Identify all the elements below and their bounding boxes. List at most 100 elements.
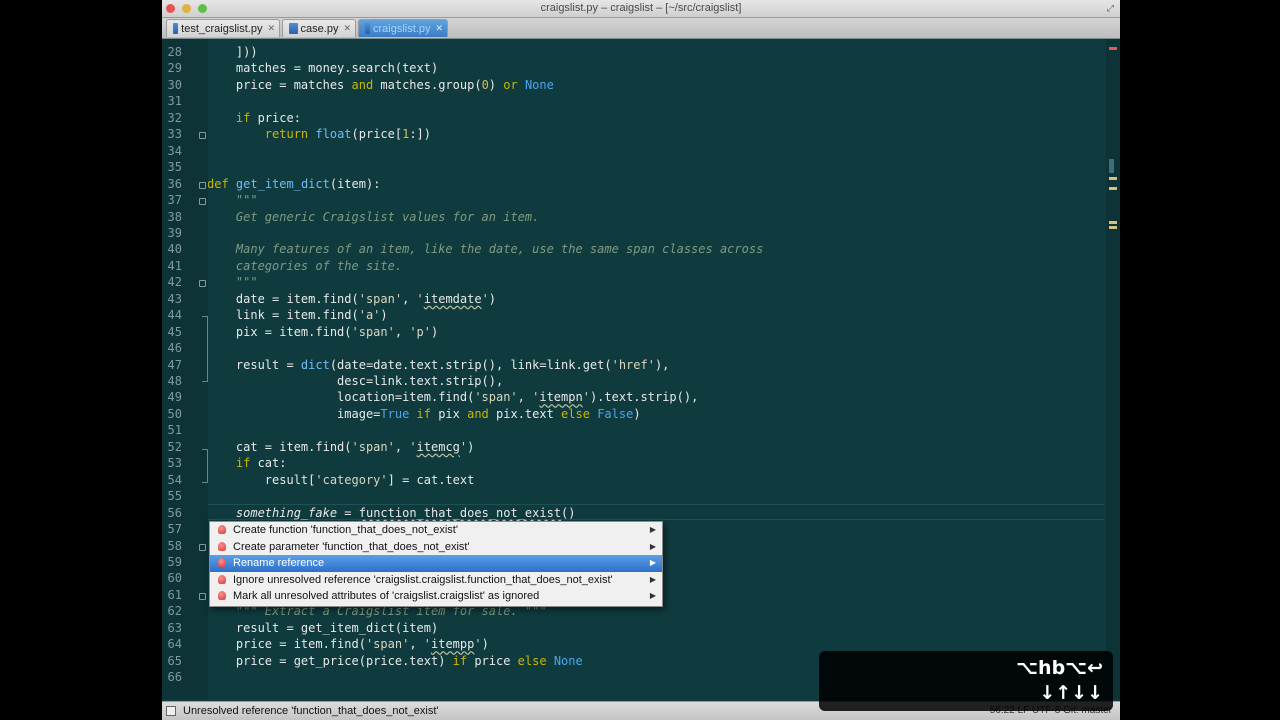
line-number: 48	[167, 374, 182, 388]
fold-toggle-icon[interactable]	[199, 132, 206, 140]
code-token: )	[380, 308, 388, 323]
code-line[interactable]: location=item.find('span', 'itempn').tex…	[208, 389, 698, 405]
code-token: price = matches	[208, 77, 352, 92]
intention-action-item[interactable]: Rename reference ▶	[210, 555, 662, 572]
code-token: 0	[481, 77, 489, 92]
code-line[interactable]: date = item.find('span', 'itemdate')	[208, 291, 496, 307]
code-token: 'span'	[365, 637, 410, 652]
code-line[interactable]: cat = item.find('span', 'itemcg')	[208, 439, 474, 455]
line-number: 30	[167, 77, 182, 92]
tab-craigslist[interactable]: craigslist.py ✕	[358, 19, 448, 37]
fold-toggle-icon[interactable]	[199, 280, 206, 288]
code-token: itemdate	[423, 291, 482, 306]
code-line[interactable]: Many features of an item, like the date,…	[208, 241, 763, 257]
code-line[interactable]: return float(price[1:])	[208, 126, 431, 142]
line-number: 60	[167, 571, 182, 586]
code-line[interactable]: price = matches and matches.group(0) or …	[208, 77, 554, 93]
intention-action-item[interactable]: Create function 'function_that_does_not_…	[210, 522, 662, 539]
fold-toggle-icon[interactable]	[199, 181, 206, 189]
line-number: 49	[167, 390, 182, 405]
line-number: 46	[167, 341, 182, 356]
fold-toggle-icon[interactable]	[199, 198, 206, 206]
vertical-scrollbar[interactable]	[1106, 39, 1120, 699]
code-line[interactable]: image=True if pix and pix.text else Fals…	[208, 406, 641, 422]
line-number: 45	[167, 324, 182, 339]
chevron-right-icon: ▶	[649, 541, 656, 551]
code-line[interactable]: result = get_item_dict(item)	[208, 620, 438, 636]
code-line[interactable]: result = dict(date=date.text.strip(), li…	[208, 357, 670, 373]
code-token: =	[337, 505, 359, 520]
code-line[interactable]: def get_item_dict(item):	[208, 176, 380, 192]
code-token: pix.text	[488, 406, 562, 421]
warning-stripe-marker[interactable]	[1109, 226, 1117, 229]
code-token: None	[553, 653, 583, 668]
code-token: price = get_price(price.text)	[208, 653, 453, 668]
code-token: """	[235, 193, 258, 208]
scroll-thumb[interactable]	[1109, 159, 1114, 173]
code-line[interactable]: if price:	[208, 110, 301, 126]
code-token: cat = item.find(	[208, 439, 352, 454]
code-line[interactable]: desc=link.text.strip(),	[208, 373, 503, 389]
tab-case[interactable]: case.py ✕	[282, 19, 356, 37]
close-icon[interactable]: ✕	[343, 23, 351, 34]
line-number: 58	[167, 538, 182, 553]
code-token: result = get_item_dict(item)	[208, 620, 439, 635]
intention-action-item[interactable]: Ignore unresolved reference 'craigslist.…	[210, 572, 662, 589]
code-line[interactable]: something_fake = function_that_does_not_…	[208, 505, 576, 521]
code-line[interactable]: if cat:	[208, 455, 287, 471]
tab-test-craigslist[interactable]: test_craigslist.py ✕	[166, 19, 280, 37]
fold-toggle-icon[interactable]	[199, 592, 206, 600]
code-line[interactable]: """	[208, 274, 258, 290]
tab-label: case.py	[300, 22, 339, 35]
code-token: None	[524, 77, 554, 92]
code-line[interactable]: ]))	[208, 44, 258, 60]
error-stripe-marker[interactable]	[1109, 47, 1117, 50]
code-token: matches = money.search(text)	[208, 61, 439, 76]
code-token: Many features of an item, like the date,…	[235, 242, 764, 257]
code-line[interactable]: """	[208, 192, 258, 208]
code-token: :])	[409, 127, 432, 142]
close-icon[interactable]: ✕	[435, 23, 443, 34]
code-line[interactable]: result['category'] = cat.text	[208, 472, 475, 488]
line-number: 65	[167, 653, 182, 668]
code-line[interactable]: matches = money.search(text)	[208, 60, 438, 76]
code-line[interactable]: categories of the site.	[208, 258, 402, 274]
code-token: something_fake	[235, 505, 338, 520]
code-token: matches.group(	[373, 77, 482, 92]
line-number: 66	[167, 670, 182, 685]
fold-toggle-icon[interactable]	[199, 543, 206, 551]
intention-action-item[interactable]: Create parameter 'function_that_does_not…	[210, 539, 662, 556]
code-token: 'span'	[358, 291, 403, 306]
line-number: 47	[167, 357, 182, 372]
python-file-icon	[365, 23, 370, 34]
code-line[interactable]: price = item.find('span', 'itempp')	[208, 636, 489, 652]
code-token: ,	[394, 324, 410, 339]
warning-stripe-marker[interactable]	[1109, 187, 1117, 190]
tool-window-toggle-icon[interactable]	[166, 706, 176, 716]
code-line[interactable]: price = get_price(price.text) if price e…	[208, 653, 583, 669]
code-token: itemcg	[416, 439, 460, 454]
intention-action-item[interactable]: Mark all unresolved attributes of 'craig…	[210, 588, 662, 605]
code-token: '	[481, 291, 489, 306]
close-icon[interactable]: ✕	[267, 23, 275, 34]
code-line[interactable]: pix = item.find('span', 'p')	[208, 324, 438, 340]
code-token: price:	[250, 110, 301, 125]
code-token: '	[582, 390, 590, 405]
code-token: ]))	[208, 45, 258, 59]
lightbulb-icon	[218, 574, 226, 584]
intention-action-label: Mark all unresolved attributes of 'craig…	[233, 590, 540, 602]
warning-stripe-marker[interactable]	[1109, 221, 1117, 224]
keystroke-overlay: ⌥hb⌥↩ ↓↑↓↓	[819, 651, 1113, 711]
code-token: dict	[300, 357, 330, 372]
code-line[interactable]: Get generic Craigslist values for an ite…	[208, 209, 539, 225]
window-title: craigslist.py – craigslist – [~/src/crai…	[540, 2, 742, 14]
keystroke-line-1: ⌥hb⌥↩	[1016, 657, 1103, 679]
fullscreen-icon[interactable]: ⤢	[1107, 3, 1114, 14]
warning-stripe-marker[interactable]	[1109, 177, 1117, 180]
code-line[interactable]: link = item.find('a')	[208, 307, 388, 323]
code-token: Get generic Craigslist values for an ite…	[235, 209, 540, 224]
code-token: else	[561, 406, 590, 421]
